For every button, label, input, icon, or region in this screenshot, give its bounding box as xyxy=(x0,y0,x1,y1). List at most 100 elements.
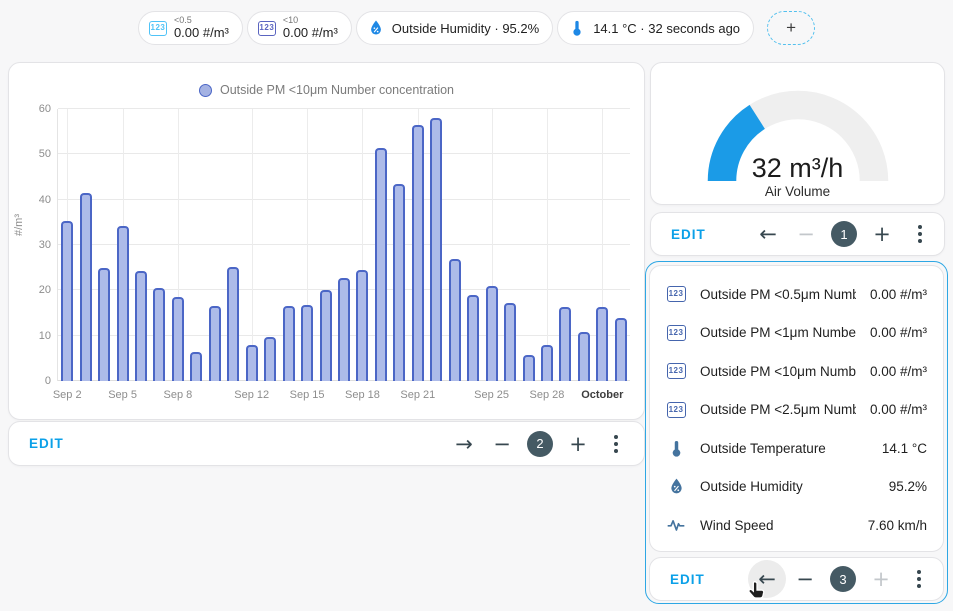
chart-bar xyxy=(117,226,129,381)
x-tick-label: Sep 8 xyxy=(164,389,193,401)
entity-name: Outside PM <0.5μm Number co... xyxy=(700,287,856,302)
plus-button[interactable]: + xyxy=(864,216,900,252)
entity-name: Outside Humidity xyxy=(700,479,875,494)
minus-button[interactable]: − xyxy=(787,561,823,597)
x-tick-label: Sep 12 xyxy=(234,389,269,401)
entity-row[interactable]: 123 Outside PM <2.5μm Number co... 0.00 #/… xyxy=(666,391,927,430)
kebab-menu-icon[interactable] xyxy=(901,561,937,597)
chip-humidity[interactable]: Outside Humidity · 95.2% xyxy=(356,11,553,45)
y-tick-label: 40 xyxy=(39,194,51,206)
chart-bar xyxy=(559,307,571,381)
gauge-card[interactable]: 32 m³/h Air Volume xyxy=(650,62,945,205)
entity-row[interactable]: 123Outside PM <10μm Number con...0.00 #/… xyxy=(666,352,927,391)
x-tick-label: Sep 5 xyxy=(108,389,137,401)
chart-bar xyxy=(412,125,424,381)
chart-bar xyxy=(153,288,165,381)
bar-series xyxy=(58,109,630,381)
chart-bar xyxy=(375,148,387,381)
entity-row[interactable]: Outside Temperature 14.1 °C xyxy=(666,429,927,468)
arrow-left-icon[interactable]: ← xyxy=(750,216,786,252)
entity-value: 0.00 #/m³ xyxy=(870,402,927,417)
counter-icon: 123 xyxy=(666,325,686,341)
chart-bar xyxy=(172,297,184,381)
entity-value: 0.00 #/m³ xyxy=(870,325,927,340)
entities-card-toolbar: EDIT ← − 3 + xyxy=(649,557,944,601)
counter-icon: 123 xyxy=(149,21,167,36)
add-card-button[interactable]: + xyxy=(767,11,815,45)
gauge-name: Air Volume xyxy=(651,184,944,199)
chip-humidity-text: Outside Humidity · 95.2% xyxy=(392,21,539,36)
chart-bar xyxy=(596,307,608,381)
chart-bar xyxy=(209,306,221,381)
y-tick-label: 60 xyxy=(39,103,51,115)
chart-bar xyxy=(320,290,332,381)
chart-plot-area: 0102030405060Sep 2Sep 5Sep 8Sep 12Sep 15… xyxy=(57,109,630,381)
x-tick-label: Sep 2 xyxy=(53,389,82,401)
entity-row[interactable]: 123Outside PM <1μm Number conc...0.00 #/… xyxy=(666,314,927,353)
chart-bar xyxy=(615,318,627,381)
position-badge[interactable]: 1 xyxy=(831,221,857,247)
chart-bar xyxy=(80,193,92,381)
chart-bar xyxy=(504,303,516,381)
thermometer-icon xyxy=(568,19,586,37)
history-chart-card[interactable]: Outside PM <10μm Number concentration #/… xyxy=(8,62,645,420)
y-tick-label: 50 xyxy=(39,148,51,160)
arrow-left-icon[interactable]: ← xyxy=(749,561,785,597)
plus-icon: + xyxy=(786,18,796,38)
arrow-right-icon[interactable]: → xyxy=(446,426,482,462)
chart-bar xyxy=(523,355,535,381)
x-tick-label: Sep 15 xyxy=(290,389,325,401)
x-tick-label: Sep 28 xyxy=(530,389,565,401)
counter-icon: 123 xyxy=(666,402,686,418)
position-badge[interactable]: 3 xyxy=(830,566,856,592)
chart-bar xyxy=(356,270,368,381)
entity-name: Outside PM <2.5μm Number co... xyxy=(700,402,856,417)
entity-row[interactable]: Wind Speed7.60 km/h xyxy=(666,506,927,545)
pulse-icon xyxy=(666,515,686,535)
chart-bar xyxy=(283,306,295,381)
entity-value: 0.00 #/m³ xyxy=(870,364,927,379)
chart-bar xyxy=(449,259,461,381)
chart-legend[interactable]: Outside PM <10μm Number concentration xyxy=(9,83,644,97)
entities-toolbar-controls: ← − 3 + xyxy=(749,561,937,597)
entities-card: 123 Outside PM <0.5μm Number co... 0.00 #/… xyxy=(649,265,944,552)
chart-card-toolbar: EDIT → − 2 + xyxy=(8,421,645,466)
selected-section-outline: 123 Outside PM <0.5μm Number co... 0.00 #/… xyxy=(645,261,948,604)
entity-name: Outside Temperature xyxy=(700,441,868,456)
gauge-card-toolbar: EDIT ← − 1 + xyxy=(650,212,945,256)
position-badge[interactable]: 2 xyxy=(527,431,553,457)
edit-button[interactable]: EDIT xyxy=(671,227,706,242)
chip-pm05-value: 0.00 #/m³ xyxy=(174,26,229,40)
chart-bar xyxy=(430,118,442,381)
entity-row[interactable]: Outside Humidity95.2% xyxy=(666,468,927,507)
entity-value: 14.1 °C xyxy=(882,441,927,456)
chip-temperature[interactable]: 14.1 °C · 32 seconds ago xyxy=(557,11,754,45)
chart-bar xyxy=(486,286,498,381)
chart-bar xyxy=(98,268,110,381)
chart-bar xyxy=(338,278,350,381)
x-tick-label: October xyxy=(581,389,623,401)
minus-button[interactable]: − xyxy=(484,426,520,462)
chart-bar xyxy=(227,267,239,381)
gauge-value: 32 m³/h xyxy=(651,153,944,184)
counter-icon: 123 xyxy=(258,21,276,36)
legend-marker-icon xyxy=(199,84,212,97)
chart-bar xyxy=(135,271,147,381)
entity-row[interactable]: 123Outside PM <0.5μm Number co...0.00 #/… xyxy=(666,275,927,314)
chip-pm10[interactable]: 123 <10 0.00 #/m³ xyxy=(247,11,352,45)
edit-button[interactable]: EDIT xyxy=(670,572,705,587)
gauge-toolbar-controls: ← − 1 + xyxy=(750,216,938,252)
plus-button-disabled: + xyxy=(863,561,899,597)
chip-pm05[interactable]: 123 <0.5 0.00 #/m³ xyxy=(138,11,243,45)
water-percent-icon xyxy=(666,477,686,496)
chart-bar xyxy=(393,184,405,381)
entity-value: 7.60 km/h xyxy=(868,518,927,533)
plus-button[interactable]: + xyxy=(560,426,596,462)
kebab-menu-icon[interactable] xyxy=(598,426,634,462)
kebab-menu-icon[interactable] xyxy=(902,216,938,252)
y-tick-label: 0 xyxy=(45,375,51,387)
edit-button[interactable]: EDIT xyxy=(29,436,64,451)
chart-bar xyxy=(190,352,202,381)
y-tick-label: 30 xyxy=(39,239,51,251)
y-axis-title: #/m³ xyxy=(13,214,25,236)
